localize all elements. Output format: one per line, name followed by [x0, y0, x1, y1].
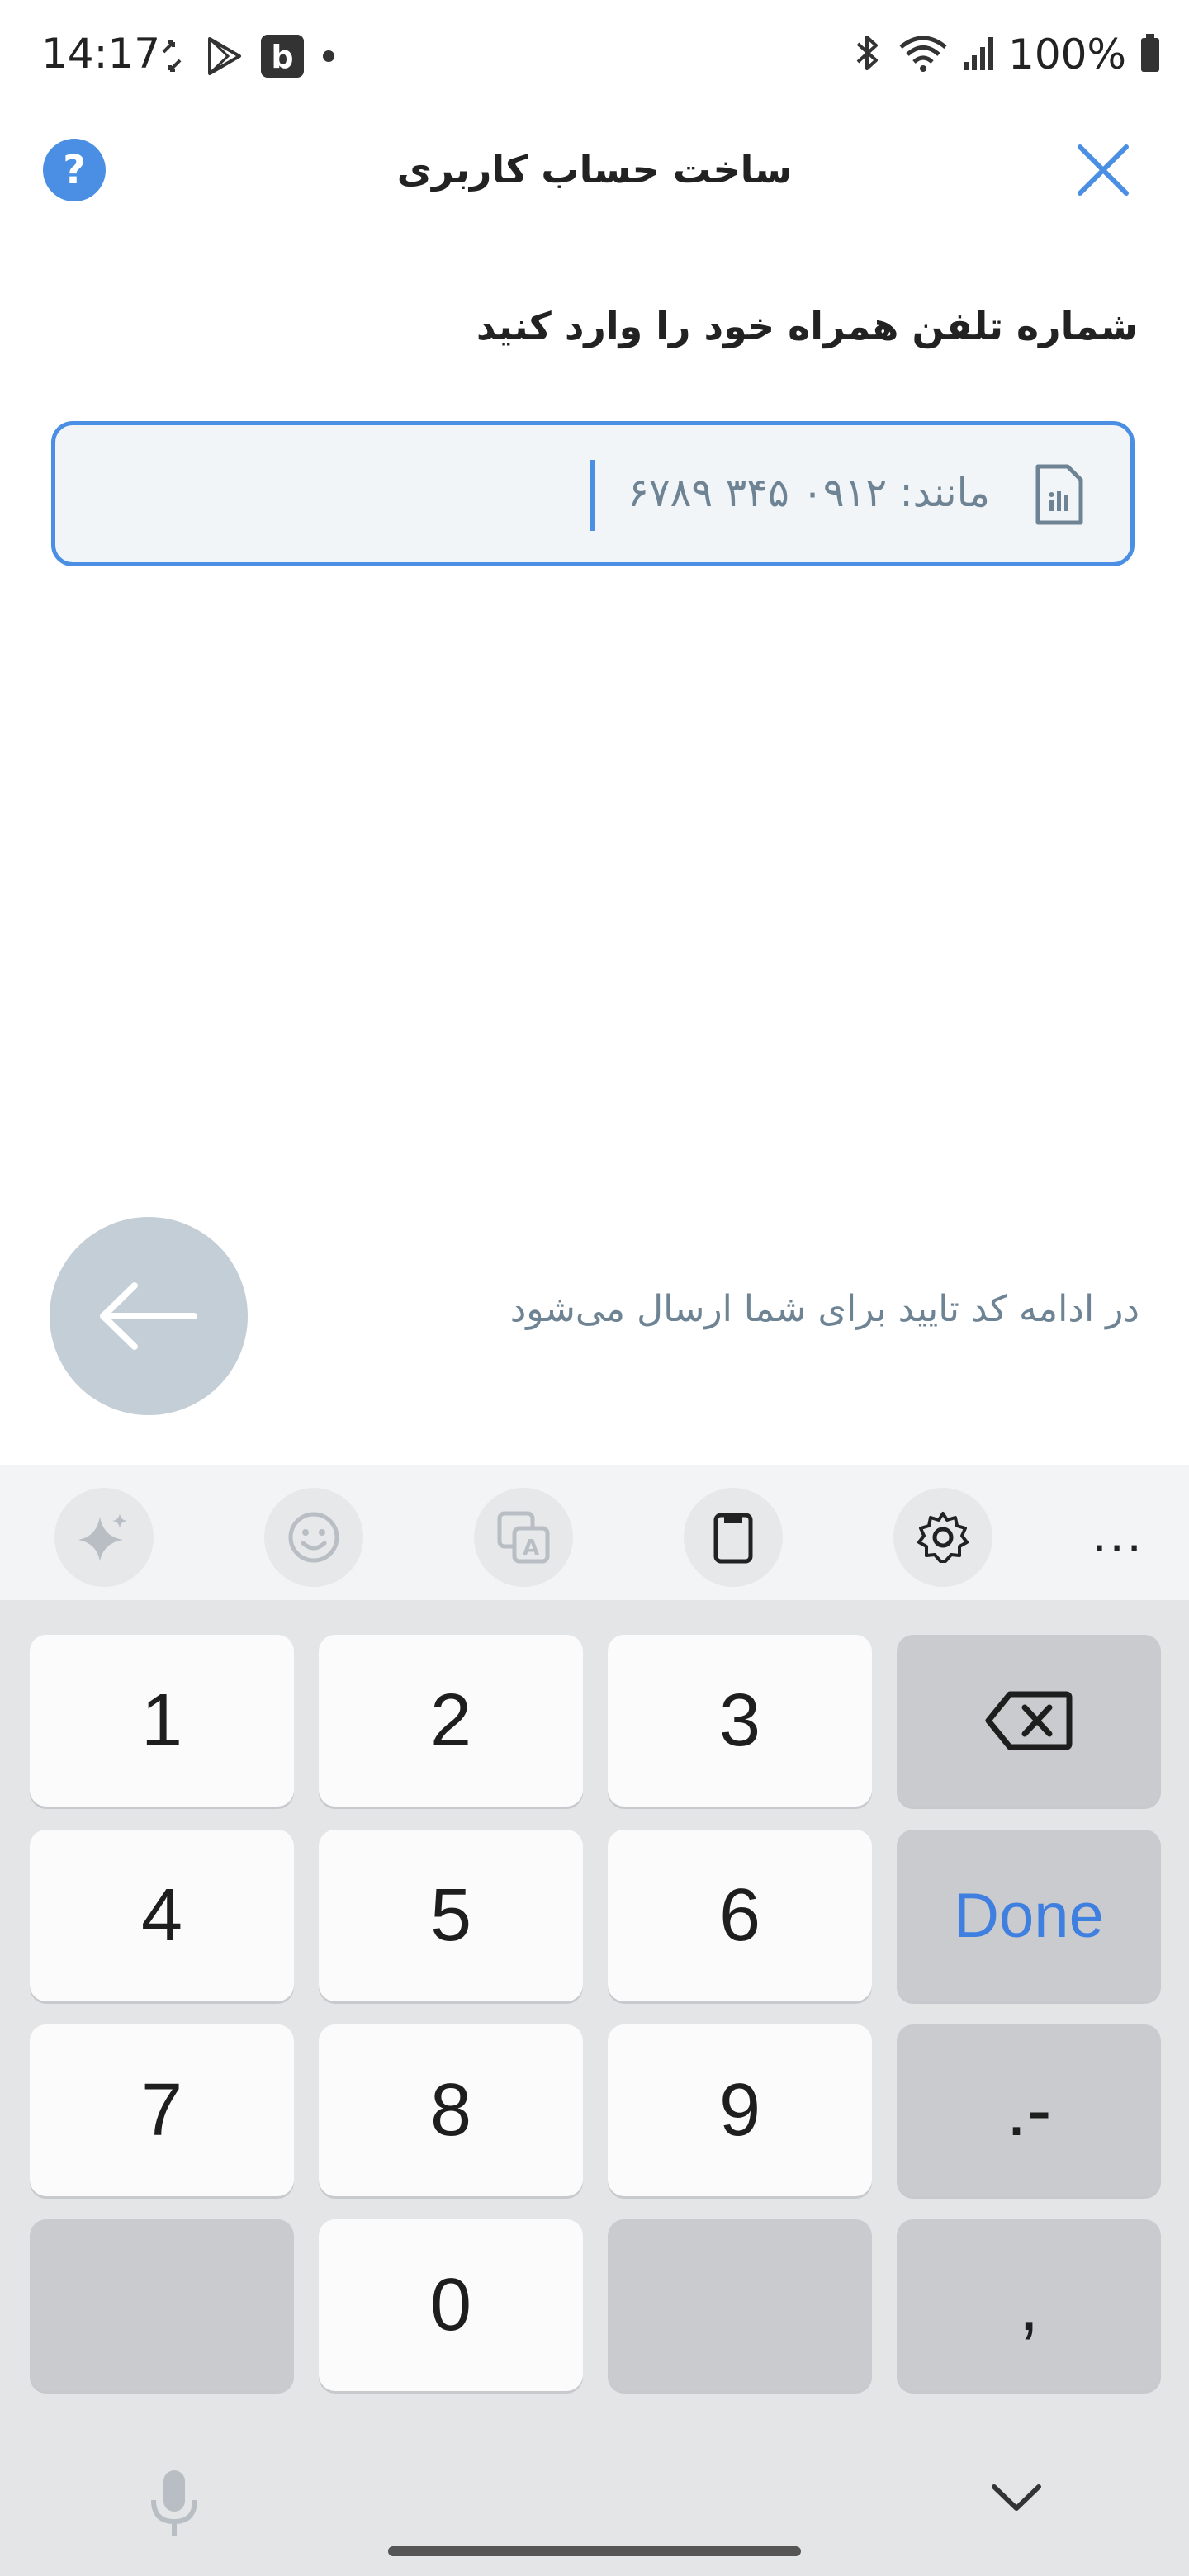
svg-text:b: b [271, 39, 293, 75]
status-right-icons: 100% [851, 30, 1161, 79]
comma-key[interactable]: , [897, 2219, 1161, 2391]
key-5[interactable]: 5 [319, 1830, 583, 2001]
empty-key-left [30, 2219, 294, 2391]
chevron-down-icon [992, 2484, 1041, 2511]
backspace-icon [985, 1691, 1073, 1750]
voice-input-button[interactable] [145, 2467, 203, 2545]
wifi-icon [898, 32, 949, 77]
next-button[interactable] [50, 1217, 248, 1415]
key-8[interactable]: 8 [319, 2024, 583, 2196]
key-9[interactable]: 9 [608, 2024, 872, 2196]
key-6[interactable]: 6 [608, 1830, 872, 2001]
hide-keyboard-button[interactable] [988, 2477, 1045, 2522]
key-1[interactable]: 1 [30, 1635, 294, 1807]
keyboard-toolbar: A ... [0, 1465, 1189, 1600]
verification-hint: در ادامه کد تایید برای شما ارسال می‌شود [509, 1288, 1139, 1330]
dot-dash-key[interactable]: .- [897, 2024, 1161, 2196]
signal-icon [962, 32, 995, 77]
battery-percent: 100% [1008, 31, 1126, 78]
help-label: ? [63, 147, 86, 193]
svg-text:A: A [523, 1536, 539, 1560]
page-title: ساخت حساب کاربری [396, 147, 793, 192]
settings-button[interactable] [893, 1488, 992, 1587]
sparkle-button[interactable] [54, 1488, 154, 1587]
phone-input[interactable]: مانند: ۰۹۱۲ ۳۴۵ ۶۷۸۹ [51, 421, 1135, 566]
b-app-icon: b [261, 35, 304, 81]
phone-prompt: شماره تلفن همراه خود را وارد کنید [476, 304, 1138, 348]
done-key[interactable]: Done [897, 1830, 1161, 2001]
close-icon [1078, 144, 1129, 196]
key-3[interactable]: 3 [608, 1635, 872, 1807]
sparkle-icon [78, 1513, 127, 1561]
battery-icon [1139, 32, 1161, 77]
backspace-key[interactable] [897, 1635, 1161, 1807]
more-options-button[interactable]: ... [1092, 1506, 1144, 1564]
status-left-icons: b [157, 33, 337, 83]
status-time: 14:17 [41, 30, 161, 78]
arrow-left-icon [100, 1282, 197, 1350]
emoji-icon [288, 1512, 339, 1563]
key-4[interactable]: 4 [30, 1830, 294, 2001]
key-0[interactable]: 0 [319, 2219, 583, 2391]
text-caret [590, 460, 595, 531]
empty-key-right [608, 2219, 872, 2391]
bluetooth-icon [851, 32, 884, 77]
emoji-button[interactable] [264, 1488, 363, 1587]
translate-button[interactable]: A [474, 1488, 573, 1587]
home-indicator[interactable] [388, 2546, 801, 2556]
sim-card-icon [1031, 462, 1087, 528]
key-7[interactable]: 7 [30, 2024, 294, 2196]
help-button[interactable]: ? [43, 139, 106, 201]
close-button[interactable] [1073, 140, 1133, 200]
sync-icon [157, 36, 187, 80]
dot-icon [320, 48, 337, 68]
translate-icon: A [497, 1511, 550, 1564]
status-bar: 14:17 b 100% [0, 0, 1189, 107]
clipboard-icon [713, 1513, 753, 1564]
gear-icon [917, 1512, 969, 1563]
phone-input-placeholder: مانند: ۰۹۱۲ ۳۴۵ ۶۷۸۹ [628, 470, 990, 516]
key-2[interactable]: 2 [319, 1635, 583, 1807]
microphone-icon [151, 2470, 197, 2536]
clipboard-button[interactable] [684, 1488, 783, 1587]
play-store-icon [203, 36, 244, 80]
